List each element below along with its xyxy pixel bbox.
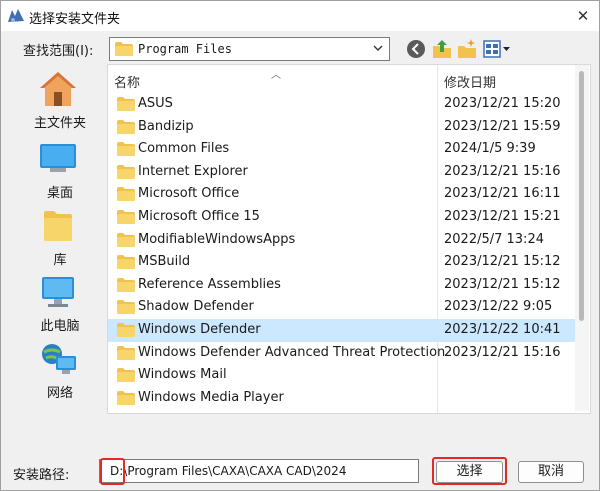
computer-icon xyxy=(42,277,74,307)
file-list-row[interactable]: Windows Defender Advanced Threat Protect… xyxy=(108,342,576,365)
file-list-row[interactable]: ASUS 2023/12/21 15:20 xyxy=(108,93,576,116)
place-label: 桌面 xyxy=(46,186,73,201)
title-bar: 选择安装文件夹 ✕ xyxy=(1,1,599,31)
file-modified-date: 2023/12/21 15:12 xyxy=(444,276,561,292)
file-list-row[interactable]: Windows Mail xyxy=(108,364,576,387)
file-modified-date: 2023/12/21 16:11 xyxy=(444,186,561,202)
file-name: Common Files xyxy=(138,141,230,157)
home-icon xyxy=(40,72,76,106)
folder-icon xyxy=(117,187,135,205)
folder-icon xyxy=(117,390,135,409)
place-this-pc[interactable]: 此电脑 xyxy=(14,271,106,337)
select-install-folder-dialog: 选择安装文件夹 ✕ 查找范围(I): Program Files 主文件夹 桌面… xyxy=(0,0,600,491)
file-list-row[interactable]: Common Files 2024/1/5 9:39 xyxy=(108,138,576,161)
file-name: MSBuild xyxy=(138,254,191,270)
folder-icon xyxy=(117,277,135,296)
folder-icon xyxy=(115,42,133,56)
vertical-scrollbar[interactable] xyxy=(575,65,589,411)
window-title: 选择安装文件夹 xyxy=(29,12,121,27)
folder-icon xyxy=(117,323,135,341)
file-list-row[interactable]: Microsoft Office 15 2023/12/21 15:21 xyxy=(108,206,576,229)
file-name: Reference Assemblies xyxy=(138,276,281,292)
file-name: Internet Explorer xyxy=(138,163,248,179)
file-modified-date: 2023/12/21 15:16 xyxy=(444,344,561,360)
place-desktop[interactable]: 桌面 xyxy=(14,138,106,204)
folder-icon xyxy=(117,368,135,386)
file-modified-date: 2023/12/22 10:41 xyxy=(444,322,561,337)
sort-ascending-icon: ︿ xyxy=(271,70,281,81)
close-icon[interactable]: ✕ xyxy=(567,1,599,31)
file-modified-date: 2023/12/21 15:59 xyxy=(444,118,561,134)
folder-icon xyxy=(117,300,135,318)
place-label: 此电脑 xyxy=(40,319,80,334)
install-path-label: 安装路径: xyxy=(13,468,70,483)
file-name: Bandizip xyxy=(138,118,194,134)
desktop-icon xyxy=(40,144,76,172)
place-label: 库 xyxy=(53,253,67,268)
file-name: Shadow Defender xyxy=(138,299,254,315)
column-name-header[interactable]: 名称 xyxy=(114,72,140,91)
list-header: ︿ 名称 修改日期 xyxy=(108,65,590,93)
file-list-row[interactable]: Reference Assemblies 2023/12/21 15:12 xyxy=(108,274,576,297)
folder-icon xyxy=(117,345,135,364)
file-name: Microsoft Office xyxy=(138,186,240,202)
file-modified-date: 2023/12/21 15:20 xyxy=(444,96,561,111)
folder-icon xyxy=(117,97,135,115)
file-name: Windows Mail xyxy=(138,367,227,383)
install-path-value: D:\Program Files\CAXA\CAXA CAD\2024 xyxy=(110,464,347,478)
file-modified-date: 2024/1/5 9:39 xyxy=(444,141,536,157)
chevron-down-icon xyxy=(373,45,383,51)
scrollbar-thumb[interactable] xyxy=(579,71,584,321)
folder-icon xyxy=(117,255,135,273)
look-in-value: Program Files xyxy=(138,42,232,56)
file-name: ASUS xyxy=(138,96,173,111)
drive-highlight-box xyxy=(100,458,125,485)
file-name: Windows Defender xyxy=(138,322,261,337)
library-icon xyxy=(44,211,72,241)
app-icon xyxy=(8,9,24,22)
folder-icon xyxy=(117,164,135,183)
column-date-header[interactable]: 修改日期 xyxy=(444,72,496,91)
place-library[interactable]: 库 xyxy=(14,205,106,271)
back-icon[interactable] xyxy=(405,38,427,60)
place-label: 主文件夹 xyxy=(33,116,86,131)
file-name: Windows Defender Advanced Threat Protect… xyxy=(138,344,446,360)
folder-icon xyxy=(117,119,135,138)
up-folder-icon[interactable] xyxy=(431,38,453,60)
file-list-row[interactable]: Windows Defender 2023/12/22 10:41 xyxy=(108,319,576,342)
file-list-row[interactable]: Bandizip 2023/12/21 15:59 xyxy=(108,116,576,139)
file-name: ModifiableWindowsApps xyxy=(138,231,296,247)
file-modified-date: 2022/5/7 13:24 xyxy=(444,231,544,247)
file-list[interactable]: ︿ 名称 修改日期 ASUS 2023/12/21 15:20 Bandizip 20… xyxy=(107,64,591,414)
file-name: Windows Media Player xyxy=(138,389,284,405)
views-menu-icon[interactable] xyxy=(482,38,512,60)
file-modified-date: 2023/12/21 15:16 xyxy=(444,163,561,179)
file-list-row[interactable]: Shadow Defender 2023/12/22 9:05 xyxy=(108,296,576,319)
new-folder-icon[interactable] xyxy=(456,38,478,60)
file-name: Microsoft Office 15 xyxy=(138,209,260,224)
place-home[interactable]: 主文件夹 xyxy=(14,68,106,134)
folder-icon xyxy=(117,232,135,251)
place-network[interactable]: 网络 xyxy=(14,338,106,404)
file-modified-date: 2023/12/21 15:21 xyxy=(444,209,561,224)
look-in-dropdown[interactable]: Program Files xyxy=(109,37,390,61)
cancel-button[interactable]: 取消 xyxy=(518,461,584,483)
folder-icon xyxy=(117,142,135,160)
file-modified-date: 2023/12/22 9:05 xyxy=(444,299,553,315)
file-list-row[interactable]: Windows Media Player xyxy=(108,387,576,410)
place-label: 网络 xyxy=(46,386,73,401)
file-modified-date: 2023/12/21 15:12 xyxy=(444,254,561,270)
file-list-row[interactable]: MSBuild 2023/12/21 15:12 xyxy=(108,251,576,274)
install-path-field[interactable]: D:\Program Files\CAXA\CAXA CAD\2024 xyxy=(99,459,419,483)
places-bar: 主文件夹 桌面 库 此电脑 网络 xyxy=(14,64,106,424)
look-in-label: 查找范围(I): xyxy=(23,44,94,59)
file-list-row[interactable]: Internet Explorer 2023/12/21 15:16 xyxy=(108,161,576,184)
network-icon xyxy=(42,344,76,374)
file-list-row[interactable]: Microsoft Office 2023/12/21 16:11 xyxy=(108,183,576,206)
select-button-highlight-box xyxy=(432,457,507,485)
folder-icon xyxy=(117,210,135,228)
file-list-row[interactable]: ModifiableWindowsApps 2022/5/7 13:24 xyxy=(108,229,576,252)
